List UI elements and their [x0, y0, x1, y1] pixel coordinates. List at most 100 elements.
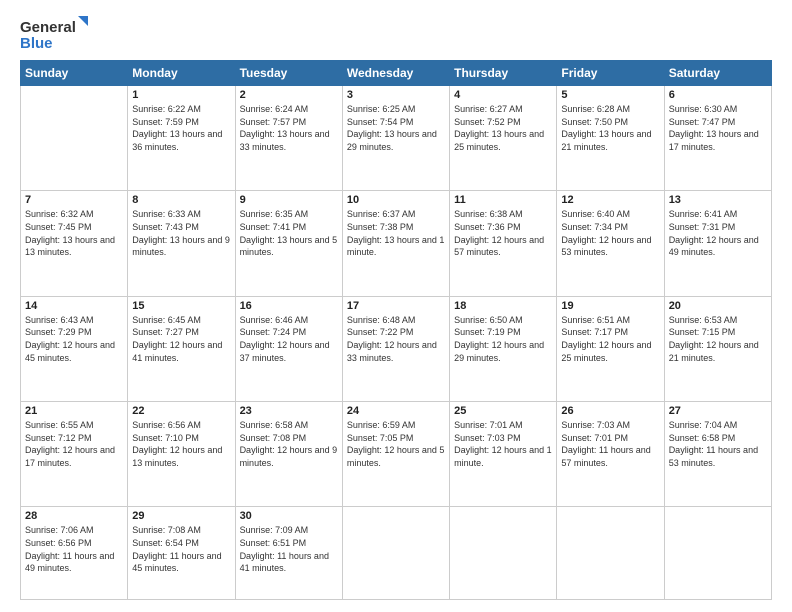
calendar-cell: 9Sunrise: 6:35 AMSunset: 7:41 PMDaylight… — [235, 191, 342, 296]
calendar-cell: 21 Sunrise: 6:55 AMSunset: 7:12 PMDayligh… — [21, 402, 128, 507]
calendar-cell: 30Sunrise: 7:09 AMSunset: 6:51 PMDayligh… — [235, 507, 342, 600]
calendar-cell: 10 Sunrise: 6:37 AMSunset: 7:38 PMDayligh… — [342, 191, 449, 296]
day-number: 25 — [454, 405, 552, 417]
day-number: 5 — [561, 89, 659, 101]
svg-text:Blue: Blue — [20, 35, 53, 52]
cell-info: Sunrise: 6:40 AMSunset: 7:34 PMDaylight:… — [561, 208, 659, 258]
calendar-cell: 17 Sunrise: 6:48 AMSunset: 7:22 PMDayligh… — [342, 296, 449, 401]
calendar-cell: 18 Sunrise: 6:50 AMSunset: 7:19 PMDayligh… — [450, 296, 557, 401]
week-row-3: 14 Sunrise: 6:43 AMSunset: 7:29 PMDayligh… — [21, 296, 772, 401]
weekday-header-tuesday: Tuesday — [235, 61, 342, 86]
day-number: 20 — [669, 300, 767, 312]
day-number: 23 — [240, 405, 338, 417]
day-number: 11 — [454, 194, 552, 206]
cell-info: Sunrise: 6:45 AMSunset: 7:27 PMDaylight:… — [132, 314, 230, 364]
day-number: 8 — [132, 194, 230, 206]
calendar-cell: 5 Sunrise: 6:28 AMSunset: 7:50 PMDaylight… — [557, 86, 664, 191]
calendar-cell: 25 Sunrise: 7:01 AMSunset: 7:03 PMDayligh… — [450, 402, 557, 507]
calendar-cell: 14 Sunrise: 6:43 AMSunset: 7:29 PMDayligh… — [21, 296, 128, 401]
calendar-cell: 24 Sunrise: 6:59 AMSunset: 7:05 PMDayligh… — [342, 402, 449, 507]
day-number: 24 — [347, 405, 445, 417]
weekday-header-saturday: Saturday — [664, 61, 771, 86]
cell-info: Sunrise: 6:43 AMSunset: 7:29 PMDaylight:… — [25, 314, 123, 364]
calendar-cell: 26 Sunrise: 7:03 AMSunset: 7:01 PMDayligh… — [557, 402, 664, 507]
day-number: 17 — [347, 300, 445, 312]
calendar-cell: 23 Sunrise: 6:58 AMSunset: 7:08 PMDayligh… — [235, 402, 342, 507]
weekday-header-row: SundayMondayTuesdayWednesdayThursdayFrid… — [21, 61, 772, 86]
calendar-cell: 28 Sunrise: 7:06 AMSunset: 6:56 PMDayligh… — [21, 507, 128, 600]
day-number: 3 — [347, 89, 445, 101]
week-row-4: 21 Sunrise: 6:55 AMSunset: 7:12 PMDayligh… — [21, 402, 772, 507]
weekday-header-wednesday: Wednesday — [342, 61, 449, 86]
calendar-cell: 29Sunrise: 7:08 AMSunset: 6:54 PMDayligh… — [128, 507, 235, 600]
cell-info: Sunrise: 6:24 AMSunset: 7:57 PMDaylight:… — [240, 103, 338, 153]
cell-info: Sunrise: 7:03 AMSunset: 7:01 PMDaylight:… — [561, 419, 659, 469]
header: General Blue — [20, 16, 772, 54]
calendar-cell: 3 Sunrise: 6:25 AMSunset: 7:54 PMDaylight… — [342, 86, 449, 191]
day-number: 9 — [240, 194, 338, 206]
day-number: 2 — [240, 89, 338, 101]
calendar-cell: 7 Sunrise: 6:32 AMSunset: 7:45 PMDaylight… — [21, 191, 128, 296]
calendar-cell: 6 Sunrise: 6:30 AMSunset: 7:47 PMDaylight… — [664, 86, 771, 191]
calendar-cell — [664, 507, 771, 600]
calendar-cell — [21, 86, 128, 191]
cell-info: Sunrise: 6:48 AMSunset: 7:22 PMDaylight:… — [347, 314, 445, 364]
cell-info: Sunrise: 7:09 AMSunset: 6:51 PMDaylight:… — [240, 524, 338, 574]
calendar-cell: 20 Sunrise: 6:53 AMSunset: 7:15 PMDayligh… — [664, 296, 771, 401]
day-number: 10 — [347, 194, 445, 206]
weekday-header-sunday: Sunday — [21, 61, 128, 86]
calendar-cell: 4 Sunrise: 6:27 AMSunset: 7:52 PMDaylight… — [450, 86, 557, 191]
calendar-cell — [450, 507, 557, 600]
cell-info: Sunrise: 7:08 AMSunset: 6:54 PMDaylight:… — [132, 524, 230, 574]
cell-info: Sunrise: 6:27 AMSunset: 7:52 PMDaylight:… — [454, 103, 552, 153]
weekday-header-thursday: Thursday — [450, 61, 557, 86]
cell-info: Sunrise: 6:53 AMSunset: 7:15 PMDaylight:… — [669, 314, 767, 364]
calendar-cell: 22Sunrise: 6:56 AMSunset: 7:10 PMDayligh… — [128, 402, 235, 507]
calendar-cell: 12Sunrise: 6:40 AMSunset: 7:34 PMDayligh… — [557, 191, 664, 296]
cell-info: Sunrise: 6:59 AMSunset: 7:05 PMDaylight:… — [347, 419, 445, 469]
day-number: 1 — [132, 89, 230, 101]
cell-info: Sunrise: 7:06 AMSunset: 6:56 PMDaylight:… — [25, 524, 123, 574]
day-number: 19 — [561, 300, 659, 312]
day-number: 6 — [669, 89, 767, 101]
day-number: 18 — [454, 300, 552, 312]
day-number: 7 — [25, 194, 123, 206]
cell-info: Sunrise: 6:58 AMSunset: 7:08 PMDaylight:… — [240, 419, 338, 469]
cell-info: Sunrise: 6:28 AMSunset: 7:50 PMDaylight:… — [561, 103, 659, 153]
weekday-header-monday: Monday — [128, 61, 235, 86]
cell-info: Sunrise: 6:37 AMSunset: 7:38 PMDaylight:… — [347, 208, 445, 258]
page: General Blue SundayMondayTuesdayWednesda… — [0, 0, 792, 612]
calendar-table: SundayMondayTuesdayWednesdayThursdayFrid… — [20, 60, 772, 600]
logo-svg: General Blue — [20, 16, 90, 54]
cell-info: Sunrise: 6:46 AMSunset: 7:24 PMDaylight:… — [240, 314, 338, 364]
day-number: 21 — [25, 405, 123, 417]
calendar-cell: 13 Sunrise: 6:41 AMSunset: 7:31 PMDayligh… — [664, 191, 771, 296]
week-row-1: 1 Sunrise: 6:22 AMSunset: 7:59 PMDaylight… — [21, 86, 772, 191]
calendar-cell — [342, 507, 449, 600]
cell-info: Sunrise: 6:30 AMSunset: 7:47 PMDaylight:… — [669, 103, 767, 153]
calendar-cell: 27 Sunrise: 7:04 AMSunset: 6:58 PMDayligh… — [664, 402, 771, 507]
cell-info: Sunrise: 6:22 AMSunset: 7:59 PMDaylight:… — [132, 103, 230, 153]
day-number: 27 — [669, 405, 767, 417]
day-number: 14 — [25, 300, 123, 312]
week-row-5: 28 Sunrise: 7:06 AMSunset: 6:56 PMDayligh… — [21, 507, 772, 600]
cell-info: Sunrise: 7:01 AMSunset: 7:03 PMDaylight:… — [454, 419, 552, 469]
calendar-cell: 11Sunrise: 6:38 AMSunset: 7:36 PMDayligh… — [450, 191, 557, 296]
weekday-header-friday: Friday — [557, 61, 664, 86]
logo: General Blue — [20, 16, 90, 54]
day-number: 13 — [669, 194, 767, 206]
calendar-cell — [557, 507, 664, 600]
cell-info: Sunrise: 6:41 AMSunset: 7:31 PMDaylight:… — [669, 208, 767, 258]
day-number: 26 — [561, 405, 659, 417]
cell-info: Sunrise: 6:55 AMSunset: 7:12 PMDaylight:… — [25, 419, 123, 469]
day-number: 22 — [132, 405, 230, 417]
cell-info: Sunrise: 6:32 AMSunset: 7:45 PMDaylight:… — [25, 208, 123, 258]
day-number: 16 — [240, 300, 338, 312]
cell-info: Sunrise: 6:50 AMSunset: 7:19 PMDaylight:… — [454, 314, 552, 364]
cell-info: Sunrise: 6:51 AMSunset: 7:17 PMDaylight:… — [561, 314, 659, 364]
day-number: 28 — [25, 510, 123, 522]
calendar-cell: 19 Sunrise: 6:51 AMSunset: 7:17 PMDayligh… — [557, 296, 664, 401]
cell-info: Sunrise: 7:04 AMSunset: 6:58 PMDaylight:… — [669, 419, 767, 469]
day-number: 4 — [454, 89, 552, 101]
cell-info: Sunrise: 6:25 AMSunset: 7:54 PMDaylight:… — [347, 103, 445, 153]
